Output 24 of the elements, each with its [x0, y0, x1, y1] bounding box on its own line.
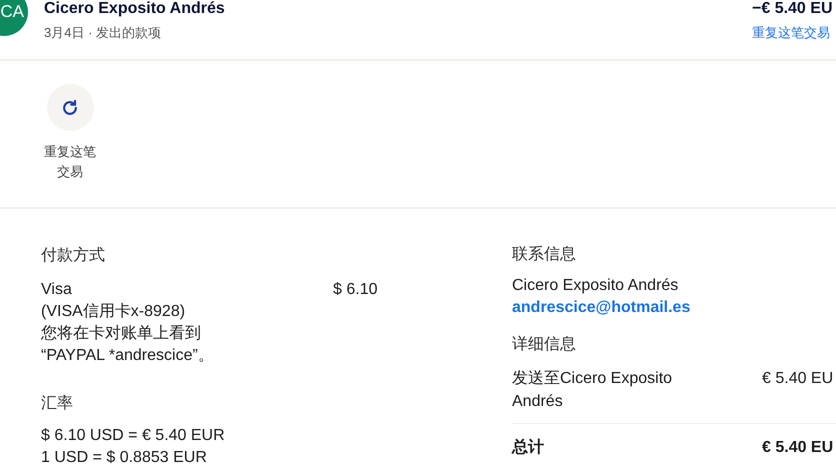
payment-method-text: 您将在卡对账单上看到	[41, 324, 202, 344]
payment-method-text: “PAYPAL *andrescice”。	[41, 346, 215, 366]
avatar: CA	[0, 0, 28, 36]
total-amount: € 5.40 EU	[762, 438, 834, 458]
section-title: 汇率	[41, 394, 74, 414]
exchange-rate-text: $ 6.10 USD = € 5.40 EUR	[41, 426, 226, 446]
total-label: 总计	[512, 438, 545, 458]
email-link[interactable]: andrescice@hotmail.es	[512, 297, 690, 319]
contact-name: Cicero Exposito Andrés	[512, 276, 680, 296]
refresh-icon	[60, 98, 80, 118]
payment-method-text: (VISA信用卡x-8928)	[41, 302, 186, 322]
repeat-link[interactable]: 重复这笔交易	[752, 23, 830, 42]
detail-label: 发送至Cicero Exposito Andrés	[512, 369, 674, 412]
section-title: 详细信息	[512, 334, 577, 355]
repeat-action-button[interactable]: 重复这笔交易	[38, 84, 102, 207]
section-title: 付款方式	[41, 246, 106, 266]
transaction-subtitle: 3月4日 · 发出的款项	[44, 24, 162, 42]
detail-amount: € 5.40 EU	[762, 369, 834, 389]
payment-method-text: Visa	[41, 280, 73, 300]
section-title: 联系信息	[512, 244, 577, 265]
exchange-rate-text: 1 USD = $ 0.8853 EUR	[41, 448, 208, 468]
contact-name: Cicero Exposito Andrés	[44, 0, 225, 18]
transaction-amount: −€ 5.40 EU	[752, 0, 832, 18]
payment-amount: $ 6.10	[333, 280, 378, 300]
